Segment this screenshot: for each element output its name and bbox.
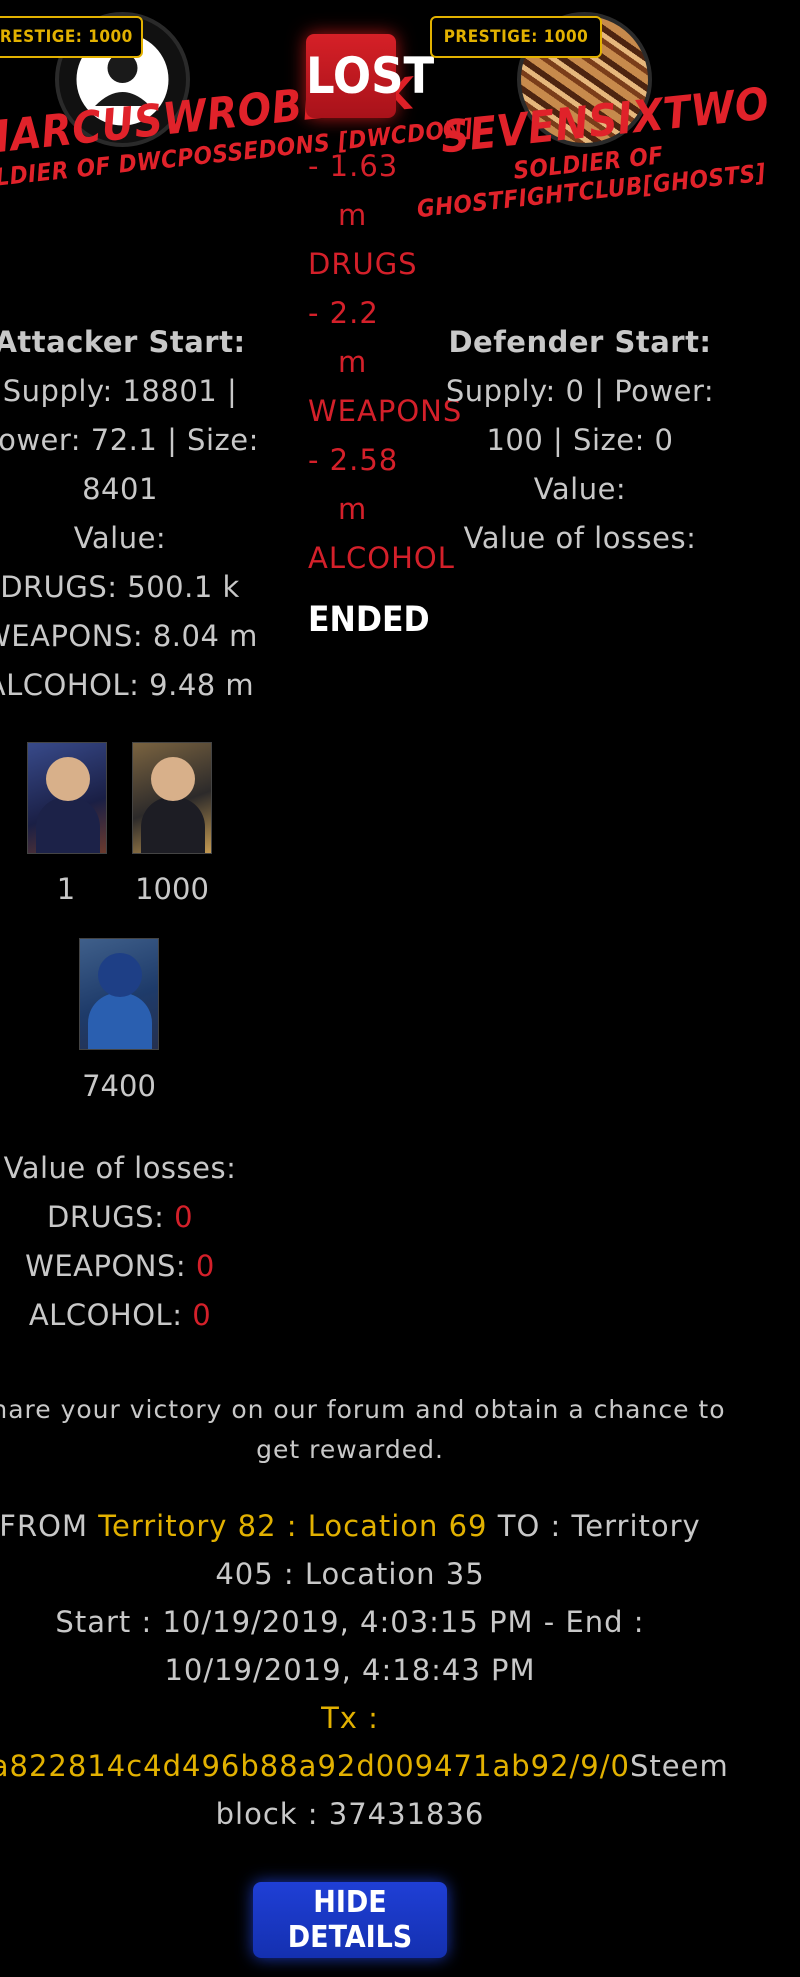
- attacker-value-label: Value:: [73, 521, 167, 555]
- unit-body: [88, 993, 152, 1049]
- unit-card-boss[interactable]: [132, 742, 212, 854]
- attacker-loss-drugs: DRUGS: 0: [0, 1193, 260, 1242]
- tx-line: 6a822814c4d496b88a92d009471ab92/9/0Steem: [0, 1742, 730, 1790]
- unit-head: [151, 757, 195, 801]
- block-number: block : 37431836: [215, 1797, 485, 1831]
- loss-line: m: [338, 198, 368, 232]
- to-location: 405 : Location 35: [215, 1557, 485, 1591]
- defender-value-label: Value:: [533, 472, 627, 506]
- attacker-drugs: DRUGS: 500.1 k: [0, 570, 240, 604]
- unit-body: [141, 797, 205, 853]
- unit-card-thug[interactable]: [79, 938, 159, 1050]
- unit-quantity: 1: [56, 872, 76, 906]
- defender-prestige-badge: PRESTIGE: 1000: [430, 16, 602, 58]
- defender-losses-heading: Value of losses:: [463, 521, 697, 555]
- loss-line: ALCOHOL: [308, 541, 455, 575]
- attacker-losses: Value of losses: DRUGS: 0 WEAPONS: 0 ALC…: [0, 1144, 260, 1340]
- end-time: 10/19/2019, 4:18:43 PM: [164, 1653, 536, 1687]
- steem-label: Steem: [629, 1749, 729, 1783]
- loss-label: ALCOHOL:: [28, 1298, 183, 1332]
- unit-head: [98, 953, 142, 997]
- loss-line: - 1.63: [308, 149, 399, 183]
- attacker-size-value: 8401: [82, 472, 158, 506]
- share-victory-text: Share your victory on our forum and obta…: [0, 1395, 726, 1464]
- route-line: FROM Territory 82 : Location 69 TO : Ter…: [0, 1502, 730, 1550]
- attacker-alcohol: ALCOHOL: 9.48 m: [0, 668, 255, 702]
- unit-body: [36, 797, 100, 853]
- attacker-loss-weapons: WEAPONS: 0: [0, 1242, 260, 1291]
- loss-line: m: [338, 345, 368, 379]
- defender-stats: Defender Start: Supply: 0 | Power: 100 |…: [440, 318, 720, 563]
- loss-value: 0: [192, 1298, 212, 1332]
- from-location-link[interactable]: Territory 82 : Location 69: [98, 1509, 487, 1543]
- defender-size: 100 | Size: 0: [486, 423, 674, 457]
- from-label: FROM: [0, 1509, 88, 1543]
- loss-value: 0: [174, 1200, 194, 1234]
- attacker-start-heading: Attacker Start:: [0, 325, 246, 359]
- battle-losses: - 1.63 m DRUGS - 2.2 m WEAPONS - 2.58 m …: [308, 142, 463, 583]
- unit-quantity: 1000: [135, 872, 209, 906]
- battle-status: ENDED: [308, 600, 430, 640]
- start-time: Start : 10/19/2019, 4:03:15 PM - End :: [55, 1605, 645, 1639]
- loss-line: - 2.2: [308, 296, 379, 330]
- tx-label: Tx :: [321, 1701, 379, 1735]
- attacker-losses-heading: Value of losses:: [3, 1151, 237, 1185]
- battle-result-badge: LOST: [306, 34, 434, 118]
- loss-line: WEAPONS: [308, 394, 463, 428]
- unit-quantity: 7400: [82, 1069, 156, 1103]
- loss-label: WEAPONS:: [25, 1249, 187, 1283]
- defender-supply-power: Supply: 0 | Power:: [445, 374, 715, 408]
- loss-line: - 2.58: [308, 443, 399, 477]
- attacker-stats: Attacker Start: Supply: 18801 | Power: 7…: [0, 318, 260, 710]
- defender-start-heading: Defender Start:: [448, 325, 712, 359]
- loss-line: DRUGS: [308, 247, 418, 281]
- loss-value: 0: [195, 1249, 215, 1283]
- to-label: TO : Territory: [497, 1509, 701, 1543]
- loss-line: m: [338, 492, 368, 526]
- attacker-loss-alcohol: ALCOHOL: 0: [0, 1291, 260, 1340]
- attacker-power-size: Power: 72.1 | Size:: [0, 423, 259, 457]
- battle-details: FROM Territory 82 : Location 69 TO : Ter…: [0, 1502, 730, 1838]
- loss-label: DRUGS:: [46, 1200, 165, 1234]
- unit-head: [46, 757, 90, 801]
- attacker-weapons: WEAPONS: 8.04 m: [0, 619, 258, 653]
- attacker-supply: Supply: 18801 |: [2, 374, 238, 408]
- tx-hash-link[interactable]: 6a822814c4d496b88a92d009471ab92/9/0: [0, 1749, 630, 1783]
- unit-card-consigliere[interactable]: [27, 742, 107, 854]
- hide-details-button[interactable]: HIDE DETAILS: [253, 1882, 447, 1958]
- attacker-prestige-badge: PRESTIGE: 1000: [0, 16, 143, 58]
